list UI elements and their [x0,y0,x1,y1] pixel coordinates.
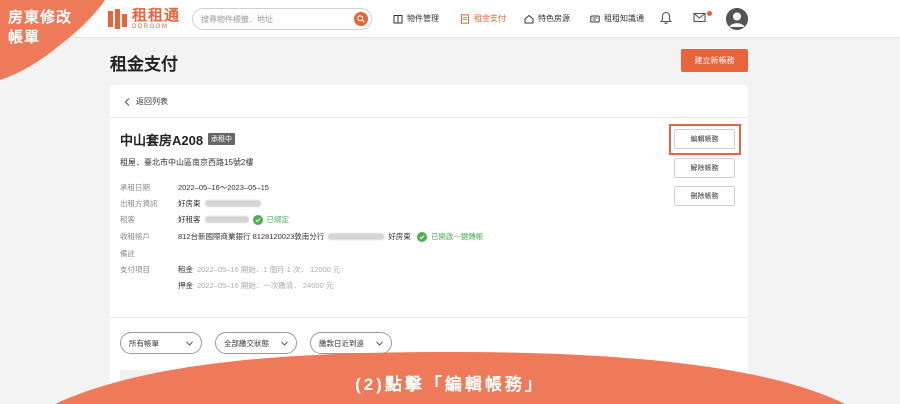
select-value: 繳款日近到遠 [319,338,364,348]
delete-account-button[interactable]: 刪除帳務 [674,186,735,206]
divider [110,117,748,118]
chevron-down-icon [281,340,288,346]
search-box [192,8,372,30]
logo-mark-icon [108,9,128,29]
instruction-text: (2)點擊「編輯帳務」 [355,375,545,394]
divider [110,317,748,318]
rent-item-detail: 2022–05–16 開始．1 個月 1 次． 12000 元 [197,265,341,274]
account-owner: 好房東 [388,232,411,241]
book-icon [590,15,600,22]
page-title: 租金支付 [110,55,178,74]
status-badge: 承租中 [208,133,235,145]
unread-dot [707,11,712,16]
search-button[interactable] [354,12,368,26]
select-value: 所有帳單 [129,338,159,348]
tenant-name: 好租客 [178,215,201,224]
payment-item-deposit-row: 押金 2022–05–16 開始．一次繳清． 24000 元 [120,280,333,291]
note-row: 備註 [120,248,178,259]
avatar[interactable] [726,8,748,30]
nav-featured-listings[interactable]: 特色房源 [524,13,570,24]
top-navigation-bar: 租租通 DDROOM 物件管理 租金支付 特色房源 [0,0,900,38]
corner-line-2: 帳單 [8,29,41,46]
edit-account-button[interactable]: 編輯帳務 [674,129,735,149]
create-new-account-button[interactable]: 建立新帳務 [681,49,748,72]
nav-knowledge[interactable]: 租租知識通 [590,13,644,24]
corner-line-1: 房東修改 [8,9,73,26]
check-circle-icon [416,231,427,242]
tenant-bind-status: 已綁定 [266,215,290,224]
bank-account-value: 812台新國際商業銀行 8128120023敦南分行 [178,232,325,241]
nav-label: 租租知識通 [604,14,644,23]
search-icon [357,15,365,23]
mail-icon[interactable] [693,12,706,23]
nav-label: 特色房源 [538,14,570,23]
building-icon [393,14,403,23]
invoice-icon [461,13,469,24]
field-label: 出租方資訊 [120,199,158,208]
deposit-item-detail: 2022–05–16 開始．一次繳清． 24000 元 [197,281,334,290]
payment-item-rent-row: 支付項目 租金 2022–05–16 開始．1 個月 1 次． 12000 元 [120,264,340,275]
field-label: 備註 [120,249,135,258]
redacted-contact [204,200,261,207]
sort-order-select[interactable]: 繳款日近到遠 [310,332,392,354]
brand-logo[interactable]: 租租通 DDROOM [108,8,180,30]
brand-name: 租租通 [132,7,181,24]
nav-label: 租金支付 [474,14,506,23]
field-label: 收租帳戶 [120,232,150,241]
corner-badge-text: 房東修改 帳單 [8,8,72,48]
lease-period-value: 2022–05–16～2023–05–15 [178,183,269,192]
brand-sub: DDROOM [132,24,169,30]
back-to-list-link[interactable]: 返回列表 [124,96,168,107]
nav-property-management[interactable]: 物件管理 [393,13,439,24]
redacted-account [328,233,385,240]
tenant-row: 租客 好租客 已綁定 [120,214,289,225]
rent-item-name: 租金 [178,265,193,274]
user-icon [726,8,748,30]
bell-icon[interactable] [660,11,672,25]
field-label: 租客 [120,215,135,224]
search-input[interactable] [201,9,341,30]
rent-account-card: 返回列表 中山套房A208 承租中 租屋．臺北市中山區南京西路15號2樓 承租日… [110,85,748,404]
chevron-left-icon [124,97,130,106]
one-click-transfer-status: 已開啟一鍵轉帳 [430,232,484,241]
select-value: 全部繳交狀態 [224,338,269,348]
check-circle-icon [252,214,263,225]
nav-label: 物件管理 [407,14,439,23]
deposit-item-name: 押金 [178,281,193,290]
property-address: 租屋．臺北市中山區南京西路15號2樓 [120,158,254,167]
property-name: 中山套房A208 [120,133,204,148]
chevron-down-icon [186,340,193,346]
lease-period-row: 承租日期 2022–05–16～2023–05–15 [120,182,269,193]
bank-account-row: 收租帳戶 812台新國際商業銀行 8128120023敦南分行 好房東 已開啟一… [120,231,483,242]
bill-type-select[interactable]: 所有帳單 [120,332,202,354]
field-label: 承租日期 [120,183,150,192]
landlord-row: 出租方資訊 好房東 [120,198,261,209]
home-icon [524,14,534,23]
field-label: 支付項目 [120,265,150,274]
redacted-contact [204,216,249,223]
nav-rent-payment[interactable]: 租金支付 [460,13,506,24]
back-label: 返回列表 [136,97,168,106]
chevron-down-icon [376,340,383,346]
payment-status-select[interactable]: 全部繳交狀態 [215,332,297,354]
landlord-name: 好房東 [178,199,201,208]
remove-account-button[interactable]: 解除帳務 [674,158,735,178]
